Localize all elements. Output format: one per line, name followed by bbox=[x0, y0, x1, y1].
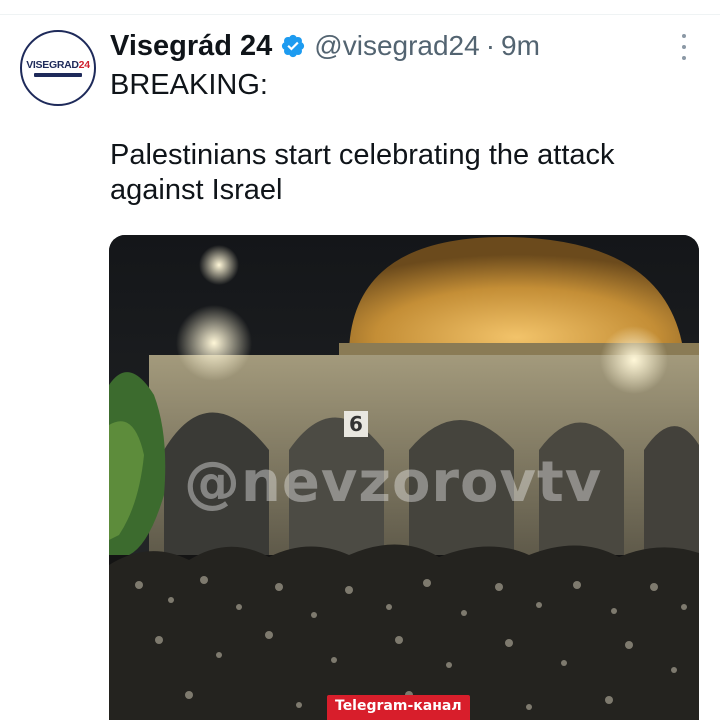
tweet-timestamp[interactable]: 9m bbox=[501, 30, 540, 62]
video-watermark: @nevzorovtv bbox=[184, 450, 603, 515]
avatar-logo-bar bbox=[34, 73, 82, 77]
tweet-text-line: Palestinians start celebrating the attac… bbox=[110, 139, 615, 171]
tweet-text: BREAKING: Palestinians start celebrating… bbox=[110, 68, 700, 208]
tweet-header: Visegrád 24 @visegrad24 · 9m bbox=[110, 26, 540, 66]
telegram-channel-badge: Telegram-канал bbox=[327, 695, 470, 720]
author-handle[interactable]: @visegrad24 bbox=[314, 30, 479, 62]
verified-badge-icon bbox=[280, 33, 306, 59]
tweet-text-line: BREAKING: bbox=[110, 69, 268, 101]
header-separator: · bbox=[485, 30, 496, 61]
tweet-text-line: against Israel bbox=[110, 174, 283, 206]
building-number-label: 6 bbox=[349, 412, 363, 436]
avatar-logo-text: VISEGRAD24 bbox=[26, 59, 90, 71]
top-divider bbox=[0, 14, 720, 15]
tweet-media-video[interactable]: 6 @nevzorovtv Telegram-канал bbox=[109, 235, 699, 720]
more-options-icon[interactable] bbox=[676, 34, 692, 60]
author-name[interactable]: Visegrád 24 bbox=[110, 30, 272, 63]
avatar[interactable]: VISEGRAD24 bbox=[20, 30, 96, 106]
